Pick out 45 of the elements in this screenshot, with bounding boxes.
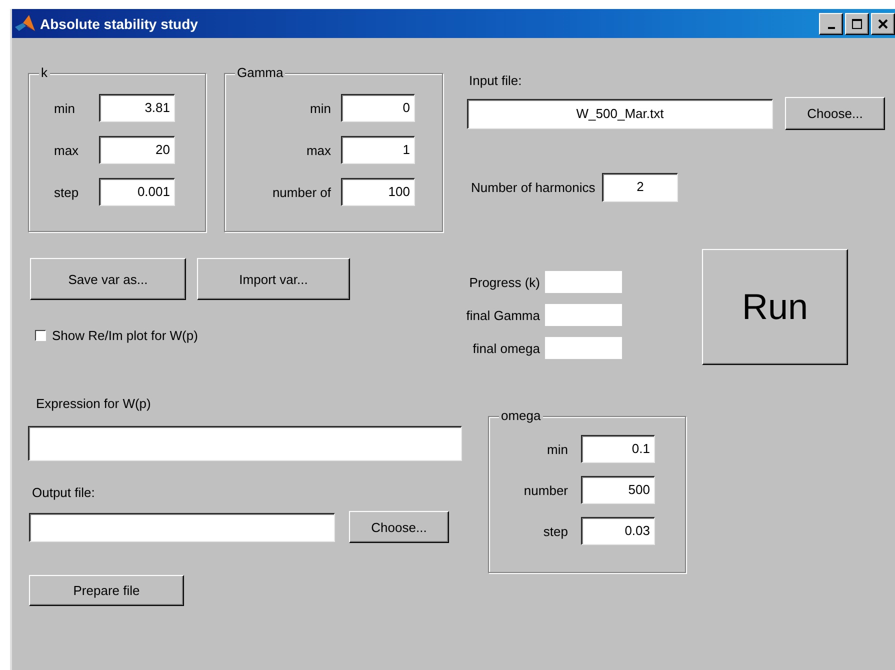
status-label: final omega: [472, 340, 540, 356]
number-field[interactable]: 20: [99, 136, 175, 164]
status-label: final Gamma: [465, 308, 540, 322]
prepare-button[interactable]: Prepare file: [29, 575, 184, 606]
number-field[interactable]: 100: [341, 178, 415, 206]
field-label: number of: [271, 184, 331, 200]
field-label: Expression for W(p): [35, 396, 152, 411]
file-field[interactable]: [29, 512, 335, 542]
field-label: Output file:: [31, 485, 96, 500]
number-field[interactable]: 2: [602, 173, 678, 202]
logo-icon: [14, 14, 36, 34]
number-field[interactable]: 0.1: [581, 435, 655, 463]
status-label: Progress (k): [468, 274, 540, 290]
field-label: step: [54, 184, 80, 200]
close-icon: [878, 18, 888, 28]
field-label: step: [542, 524, 568, 538]
choose-button[interactable]: Choose...: [785, 97, 885, 130]
field-label: number: [522, 482, 568, 498]
number-field[interactable]: 0.001: [99, 178, 175, 206]
field-label: min: [54, 100, 76, 116]
number-field[interactable]: 3.81: [99, 94, 175, 122]
number-field[interactable]: 1: [341, 136, 415, 164]
minimize-button[interactable]: [819, 12, 843, 34]
number-field[interactable]: 0.03: [581, 517, 655, 545]
var-button[interactable]: Import var...: [197, 258, 350, 300]
field-label: min: [546, 442, 568, 456]
run-button[interactable]: Run: [702, 249, 848, 365]
field-label: Number of harmonics: [471, 180, 596, 195]
maximize-button[interactable]: [845, 12, 869, 34]
expression-field[interactable]: [28, 426, 462, 461]
maximize-icon: [852, 18, 862, 28]
choose-button[interactable]: Choose...: [349, 511, 449, 543]
var-button[interactable]: Save var as...: [30, 258, 186, 300]
number-field[interactable]: 500: [581, 476, 655, 504]
file-field[interactable]: W_500_Mar.txt: [467, 98, 773, 128]
field-label: min: [309, 100, 331, 116]
field-label: Input file:: [468, 73, 523, 88]
window-title: Absolute stability study: [40, 16, 198, 32]
minimize-icon: [828, 26, 834, 28]
checkbox-label: Show Re/Im plot for W(p): [52, 328, 198, 343]
checkbox[interactable]: [35, 330, 46, 341]
close-button[interactable]: [871, 12, 895, 34]
number-field[interactable]: 0: [341, 94, 415, 122]
field-label: max: [305, 142, 331, 158]
field-label: max: [54, 142, 80, 158]
